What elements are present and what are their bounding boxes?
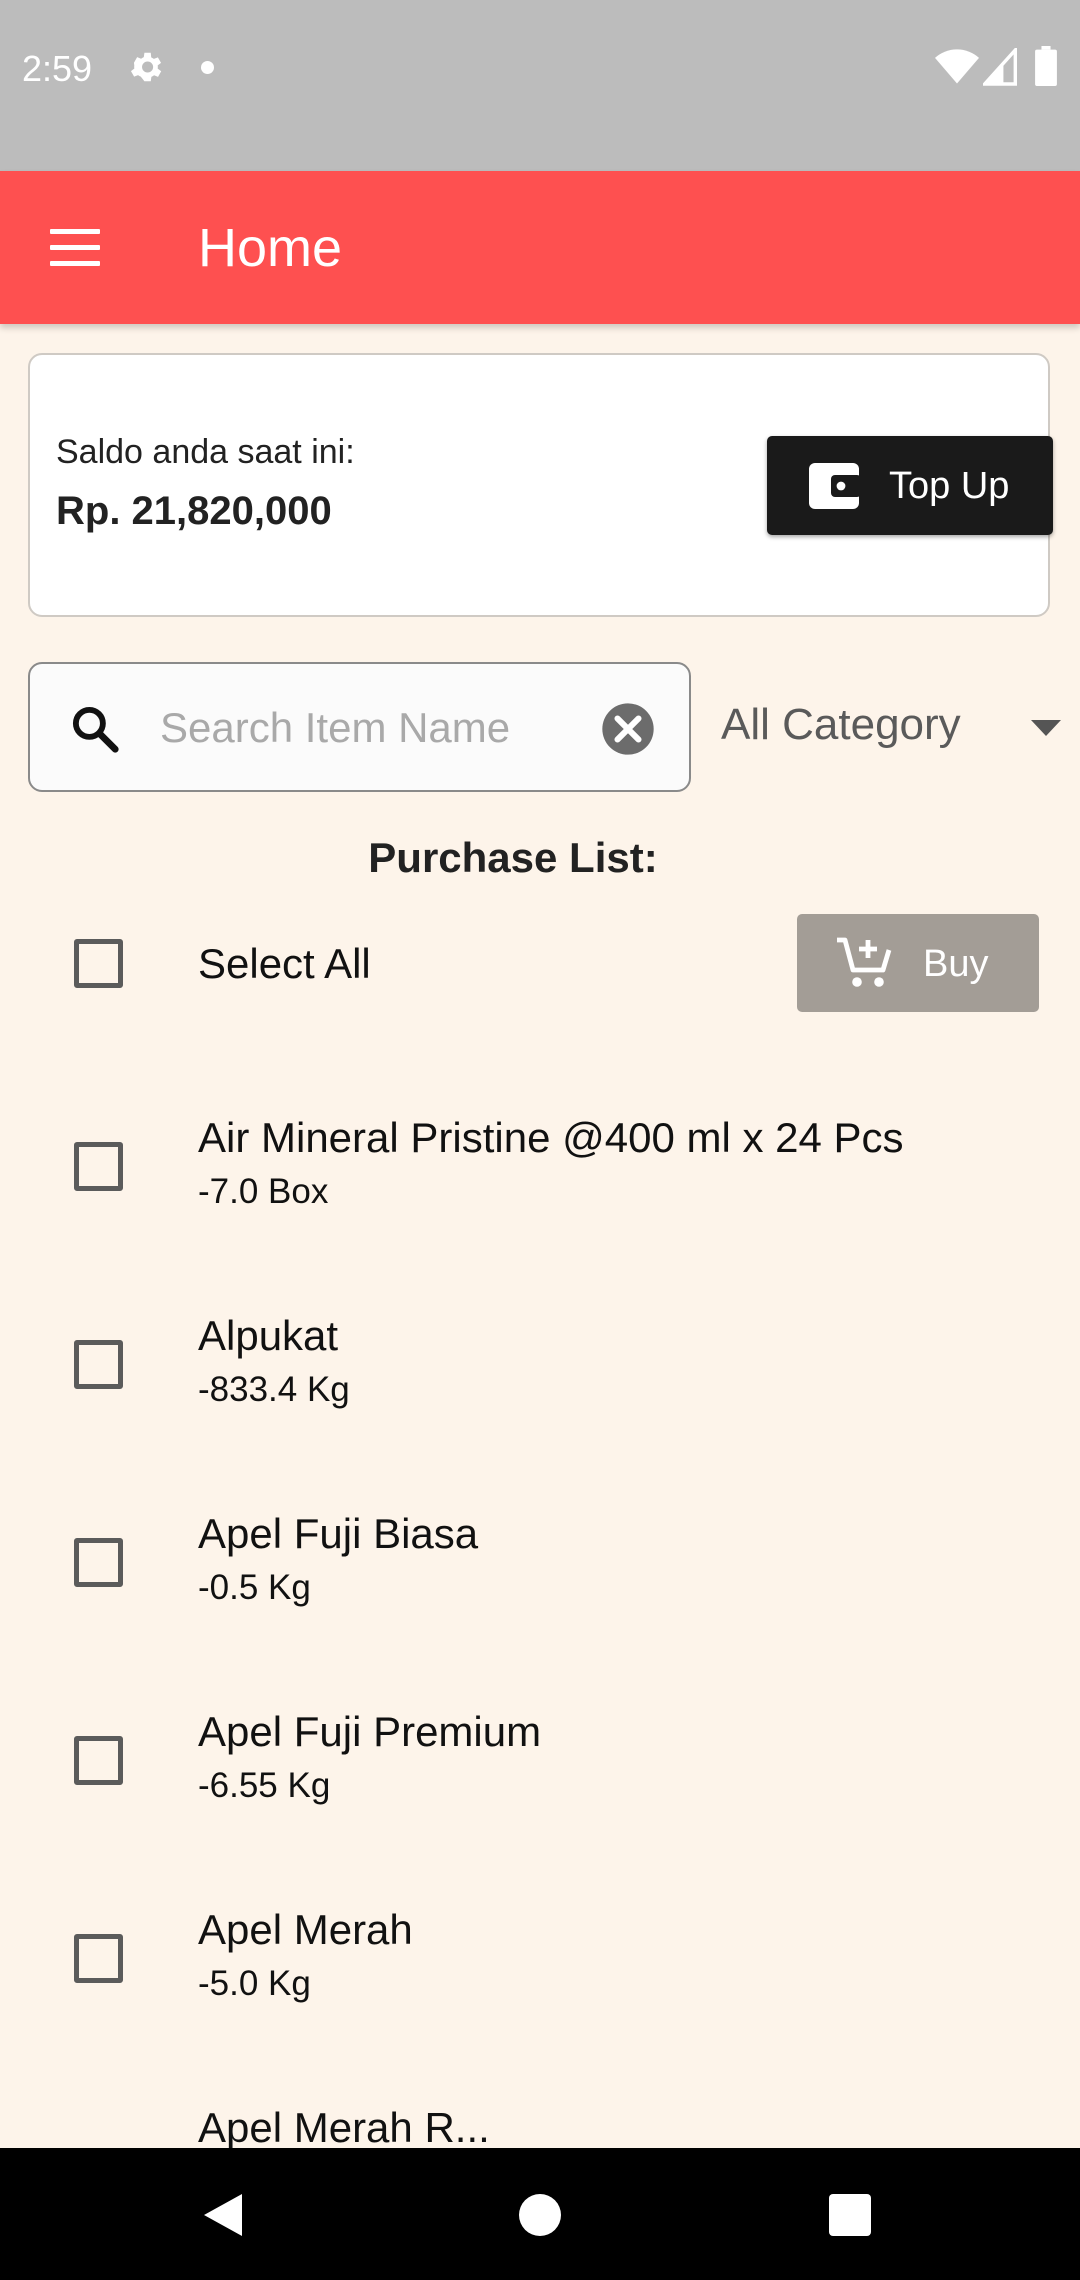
item-quantity: -0.5 Kg [198, 1568, 311, 1607]
navigation-bar [0, 2148, 1080, 2280]
wifi-icon [935, 49, 979, 84]
add-to-cart-icon [837, 937, 892, 987]
search-input[interactable] [158, 694, 602, 762]
item-checkbox[interactable] [74, 1340, 123, 1389]
item-name: Apel Fuji Premium [198, 1708, 542, 1755]
item-quantity: -5.0 Kg [198, 1964, 311, 2003]
status-bar: 2:59 [0, 0, 1080, 171]
top-up-button[interactable]: Top Up [767, 436, 1053, 535]
item-checkbox[interactable] [74, 1538, 123, 1587]
item-quantity: -6.55 Kg [198, 1766, 331, 1805]
status-time: 2:59 [22, 48, 93, 89]
item-name: Apel Fuji Biasa [198, 1510, 479, 1557]
page-title: Home [198, 218, 343, 278]
buy-label: Buy [923, 943, 989, 985]
balance-label: Saldo anda saat ini: [56, 433, 355, 471]
item-name: Air Mineral Pristine @400 ml x 24 Pcs [198, 1114, 904, 1161]
category-selected-value: All Category [721, 700, 961, 749]
search-icon [72, 706, 119, 753]
list-item[interactable]: Alpukat -833.4 Kg [0, 1312, 1080, 1472]
back-icon[interactable] [202, 2192, 244, 2238]
balance-value: Rp. 21,820,000 [56, 489, 332, 533]
list-item[interactable]: Apel Fuji Premium -6.55 Kg [0, 1708, 1080, 1868]
select-all-checkbox[interactable] [74, 939, 123, 988]
list-item[interactable]: Air Mineral Pristine @400 ml x 24 Pcs -7… [0, 1114, 1080, 1274]
item-checkbox[interactable] [74, 1934, 123, 1983]
dropdown-arrow-icon [1031, 720, 1061, 736]
list-item[interactable]: Apel Fuji Biasa -0.5 Kg [0, 1510, 1080, 1670]
item-checkbox[interactable] [74, 1142, 123, 1191]
search-box [28, 662, 691, 792]
item-name: Apel Merah [198, 1906, 413, 1953]
cell-signal-icon [983, 48, 1017, 86]
notification-dot-icon [201, 61, 214, 74]
item-name: Alpukat [198, 1312, 339, 1359]
item-name: Apel Merah R... [198, 2104, 490, 2151]
buy-button[interactable]: Buy [797, 914, 1039, 1012]
wallet-icon [809, 463, 861, 509]
item-checkbox[interactable] [74, 1736, 123, 1785]
settings-gear-icon [130, 52, 162, 82]
battery-icon [1035, 46, 1057, 86]
select-all-label: Select All [198, 940, 371, 987]
purchase-list-title: Purchase List: [368, 834, 658, 881]
item-quantity: -833.4 Kg [198, 1370, 350, 1409]
category-dropdown[interactable]: All Category [716, 680, 1066, 772]
top-up-label: Top Up [889, 465, 1010, 507]
recents-icon[interactable] [829, 2194, 871, 2236]
item-quantity: -7.0 Box [198, 1172, 329, 1211]
home-icon[interactable] [519, 2194, 561, 2236]
hamburger-menu-icon[interactable] [50, 225, 104, 271]
app-bar: Home [0, 171, 1080, 324]
clear-search-icon[interactable] [600, 701, 656, 757]
list-item[interactable]: Apel Merah -5.0 Kg [0, 1906, 1080, 2066]
